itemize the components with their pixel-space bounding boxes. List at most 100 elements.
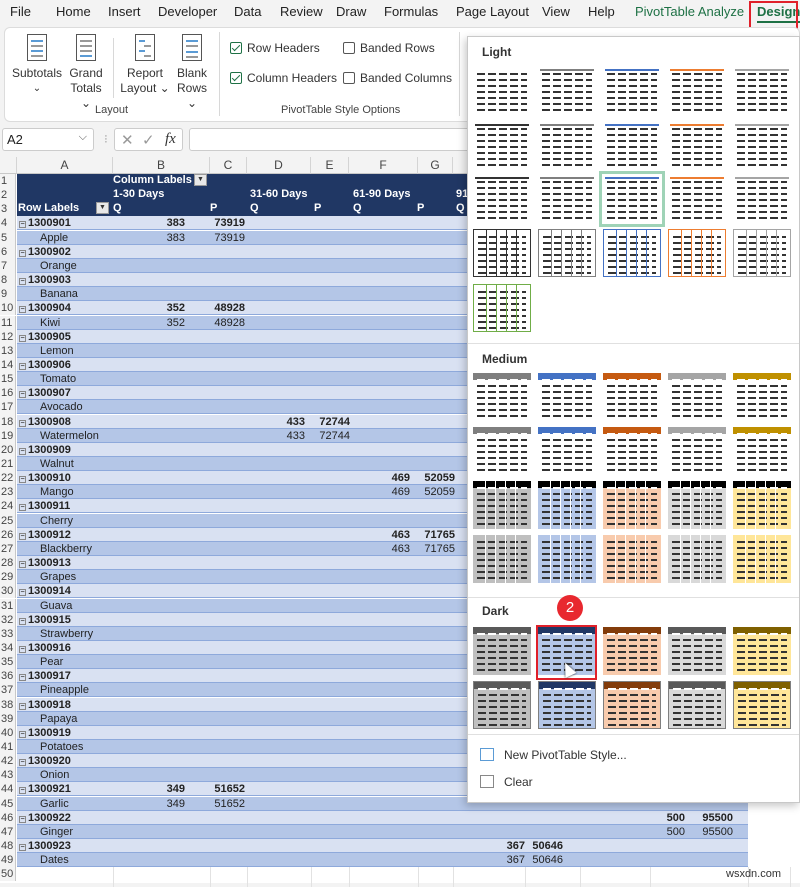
dark-style-thumb[interactable] [668, 627, 726, 675]
banded-columns-checkbox[interactable]: Banded Columns [343, 71, 452, 85]
row-header[interactable]: 45 [0, 796, 16, 811]
collapse-icon[interactable]: − [19, 787, 26, 795]
row-header[interactable]: 31 [0, 598, 16, 613]
row-header[interactable]: 26 [0, 527, 16, 542]
tab-view[interactable]: View [542, 4, 570, 19]
tab-insert[interactable]: Insert [108, 4, 141, 19]
light-style-thumb[interactable] [473, 284, 531, 332]
collapse-icon[interactable]: − [19, 674, 26, 682]
light-style-thumb[interactable] [603, 229, 661, 277]
row-header[interactable]: 29 [0, 570, 16, 585]
light-style-thumb[interactable] [473, 122, 531, 170]
dark-style-thumb[interactable] [538, 681, 596, 729]
collapse-icon[interactable]: − [19, 645, 26, 653]
collapse-icon[interactable]: − [19, 419, 26, 427]
clear-style-button[interactable]: Clear [480, 775, 533, 789]
medium-style-thumb[interactable] [473, 373, 531, 421]
checkbox-checked[interactable] [230, 72, 242, 84]
collapse-icon[interactable]: − [19, 561, 26, 569]
value-cell[interactable]: 463 [353, 542, 410, 556]
collapse-icon[interactable]: − [19, 589, 26, 597]
collapse-icon[interactable]: − [19, 221, 26, 229]
value-cell[interactable]: 352 [113, 301, 185, 315]
collapse-icon[interactable]: − [19, 759, 26, 767]
collapse-icon[interactable]: − [19, 504, 26, 512]
collapse-icon[interactable]: − [19, 702, 26, 710]
collapse-icon[interactable]: − [19, 844, 26, 852]
value-cell[interactable]: 352 [113, 316, 185, 330]
row-header[interactable]: 40 [0, 725, 16, 740]
column-header[interactable]: F [349, 157, 418, 174]
collapse-icon[interactable]: − [19, 278, 26, 286]
medium-style-thumb[interactable] [668, 481, 726, 529]
row-header[interactable]: 34 [0, 640, 16, 656]
row-header[interactable]: 42 [0, 754, 16, 769]
dark-style-thumb[interactable] [733, 627, 791, 675]
column-header[interactable]: G [418, 157, 453, 174]
row-header[interactable]: 5 [0, 230, 16, 245]
row-header[interactable]: 14 [0, 357, 16, 373]
value-cell[interactable]: 383 [113, 216, 185, 230]
collapse-icon[interactable]: − [19, 391, 26, 399]
row-header[interactable]: 15 [0, 372, 16, 387]
medium-style-thumb[interactable] [733, 427, 791, 475]
row-header[interactable]: 13 [0, 343, 16, 358]
row-header[interactable]: 30 [0, 584, 16, 599]
value-cell[interactable]: 72744 [305, 429, 350, 443]
pivot-item-row[interactable]: Ginger 500 95500 [17, 824, 748, 839]
row-header[interactable]: 17 [0, 400, 16, 415]
light-style-thumb[interactable] [668, 175, 726, 223]
value-cell[interactable]: 52059 [410, 471, 455, 485]
collapse-icon[interactable]: − [19, 334, 26, 342]
row-labels-filter-button[interactable]: ▼ [96, 202, 109, 214]
medium-style-thumb[interactable] [538, 535, 596, 583]
row-header[interactable]: 20 [0, 442, 16, 457]
row-header[interactable]: 39 [0, 711, 16, 726]
light-style-thumb[interactable] [668, 122, 726, 170]
light-style-thumb[interactable] [668, 67, 726, 115]
row-header[interactable]: 22 [0, 471, 16, 486]
row-header[interactable]: 32 [0, 612, 16, 627]
light-style-thumb[interactable] [473, 175, 531, 223]
value-cell[interactable]: 349 [113, 797, 185, 811]
light-style-thumb[interactable] [733, 67, 791, 115]
row-header[interactable]: 4 [0, 216, 16, 231]
row-header[interactable]: 27 [0, 541, 16, 557]
medium-style-thumb[interactable] [603, 427, 661, 475]
row-header[interactable]: 36 [0, 669, 16, 684]
row-header[interactable]: 38 [0, 697, 16, 712]
row-header[interactable]: 8 [0, 273, 16, 288]
light-style-thumb[interactable] [733, 122, 791, 170]
tab-draw[interactable]: Draw [336, 4, 366, 19]
row-header[interactable]: 10 [0, 301, 16, 316]
medium-style-thumb[interactable] [668, 373, 726, 421]
collapse-icon[interactable]: − [19, 249, 26, 257]
column-header[interactable]: E [311, 157, 349, 174]
row-header[interactable]: 49 [0, 853, 16, 868]
dark-style-thumb[interactable] [473, 627, 531, 675]
tab-home[interactable]: Home [56, 4, 91, 19]
banded-rows-checkbox[interactable]: Banded Rows [343, 41, 435, 55]
value-cell[interactable]: 349 [113, 782, 185, 796]
collapse-icon[interactable]: − [19, 476, 26, 484]
row-header[interactable]: 46 [0, 810, 16, 825]
grand-totals-button[interactable]: Grand Totals ⌄ [65, 34, 107, 111]
checkbox-unchecked[interactable] [343, 72, 355, 84]
tab-help[interactable]: Help [588, 4, 615, 19]
row-header[interactable]: 37 [0, 683, 16, 698]
checkbox-unchecked[interactable] [343, 42, 355, 54]
row-header[interactable]: 3 [0, 202, 16, 217]
tab-review[interactable]: Review [280, 4, 323, 19]
row-header[interactable]: 43 [0, 768, 16, 783]
value-cell[interactable]: 50646 [525, 853, 563, 867]
value-cell[interactable]: 73919 [185, 231, 245, 245]
tab-pivottable-analyze[interactable]: PivotTable Analyze [635, 4, 744, 19]
collapse-icon[interactable]: − [19, 306, 26, 314]
medium-style-thumb[interactable] [603, 535, 661, 583]
blank-rows-button[interactable]: Blank Rows ⌄ [171, 34, 213, 111]
row-header[interactable]: 6 [0, 244, 16, 259]
row-header[interactable]: 50 [0, 867, 16, 882]
collapse-icon[interactable]: − [19, 617, 26, 625]
medium-style-thumb[interactable] [733, 481, 791, 529]
light-style-thumb[interactable] [668, 229, 726, 277]
